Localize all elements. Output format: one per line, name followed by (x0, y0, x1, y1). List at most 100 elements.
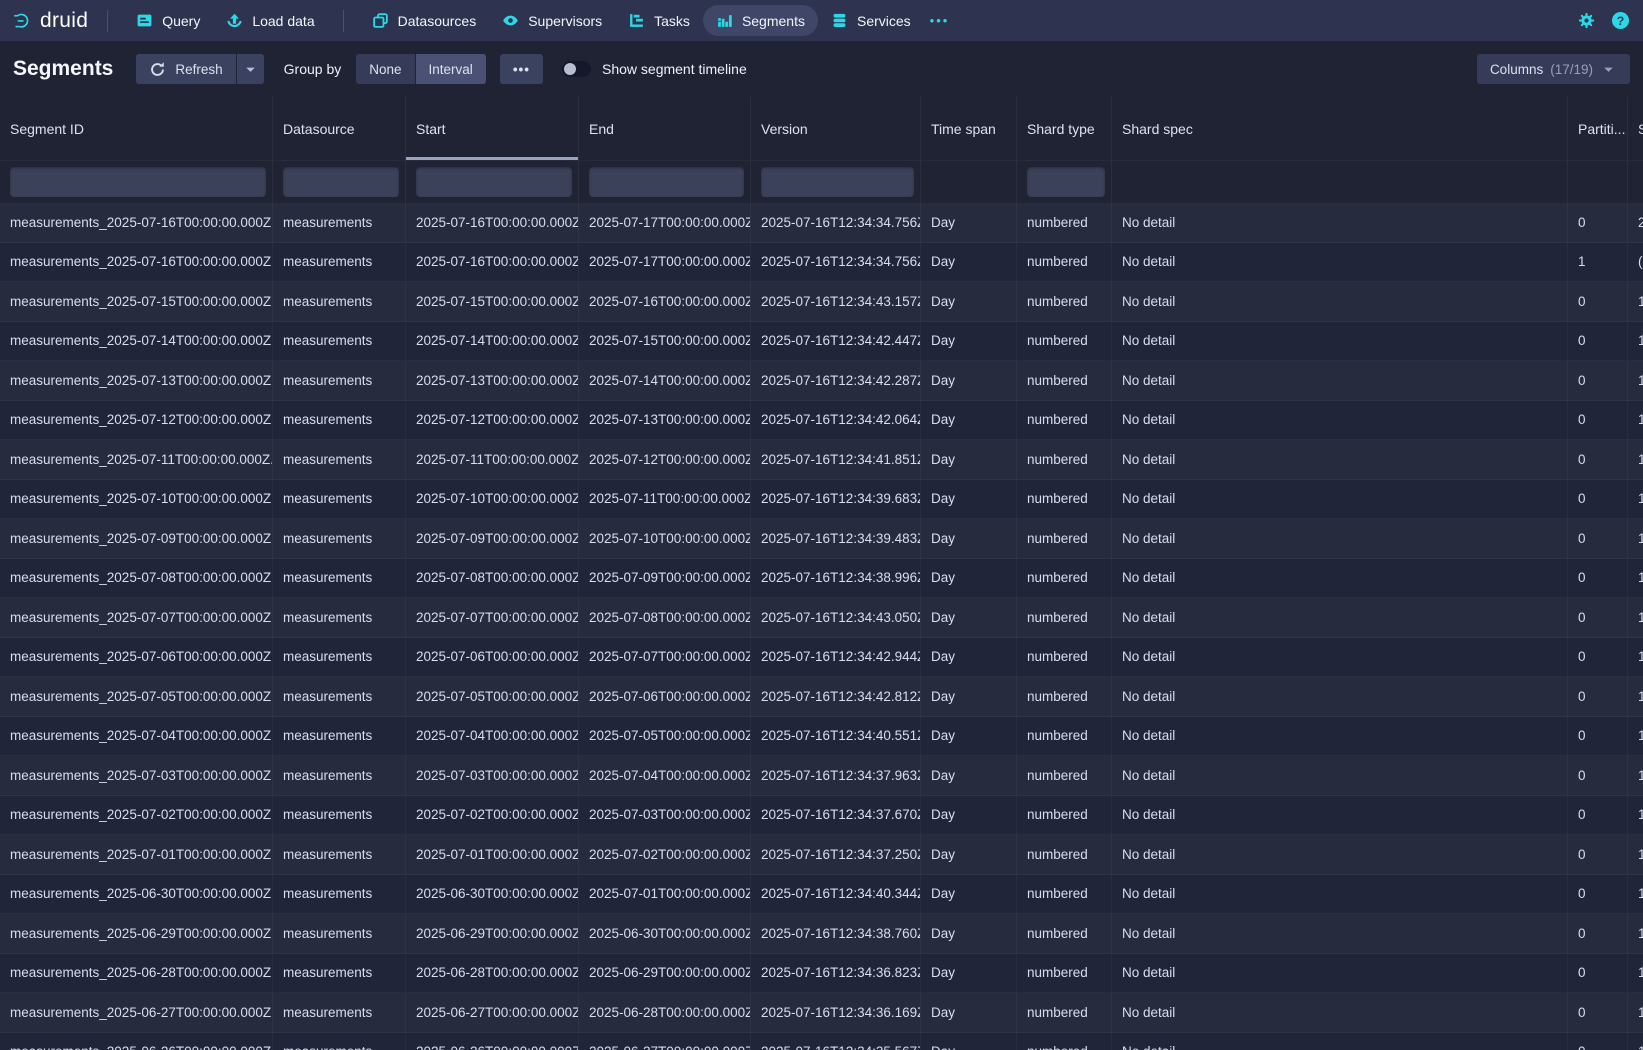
table-row[interactable]: measurements_2025-06-26T00:00:00.000Z...… (0, 1033, 1643, 1050)
filter-input-datasource[interactable] (283, 167, 399, 197)
refresh-dropdown-button[interactable] (237, 54, 264, 84)
cell-end: 2025-06-30T00:00:00.000Z (579, 914, 751, 953)
nav-item-services[interactable]: Services (818, 5, 924, 36)
nav-overflow-menu[interactable]: ••• (924, 13, 956, 28)
nav-item-label: Segments (742, 13, 805, 29)
cell-segment-id: measurements_2025-07-16T00:00:00.000Z... (0, 243, 273, 282)
gear-icon[interactable] (1578, 12, 1595, 29)
filter-input-end[interactable] (589, 167, 744, 197)
table-row[interactable]: measurements_2025-07-16T00:00:00.000Z...… (0, 203, 1643, 243)
nav-item-query[interactable]: Query (123, 5, 213, 36)
table-row[interactable]: measurements_2025-06-27T00:00:00.000Z...… (0, 993, 1643, 1033)
cell-shard-type: numbered (1017, 756, 1112, 795)
cell-end: 2025-06-28T00:00:00.000Z (579, 993, 751, 1032)
top-nav-bar: druid QueryLoad data DatasourcesSuperviso… (0, 0, 1643, 41)
nav-item-label: Tasks (654, 13, 690, 29)
cell-segment-id: measurements_2025-06-26T00:00:00.000Z... (0, 1033, 273, 1050)
cell-time-span: Day (921, 598, 1017, 637)
refresh-button[interactable]: Refresh (136, 54, 235, 84)
cell-datasource: measurements (273, 954, 406, 993)
table-row[interactable]: measurements_2025-07-16T00:00:00.000Z...… (0, 243, 1643, 283)
table-row[interactable]: measurements_2025-07-11T00:00:00.000Z...… (0, 440, 1643, 480)
table-row[interactable]: measurements_2025-07-15T00:00:00.000Z...… (0, 282, 1643, 322)
cell-shard-spec: No detail (1112, 203, 1568, 242)
nav-item-label: Services (857, 13, 911, 29)
table-row[interactable]: measurements_2025-06-29T00:00:00.000Z...… (0, 914, 1643, 954)
cell-segment-id: measurements_2025-06-27T00:00:00.000Z... (0, 993, 273, 1032)
cell-version: 2025-07-16T12:34:42.944Z (751, 638, 921, 677)
cell-s: 1 (1628, 1033, 1643, 1050)
cell-shard-type: numbered (1017, 993, 1112, 1032)
column-header-version[interactable]: Version (751, 97, 921, 160)
cell-start: 2025-07-05T00:00:00.000Z (406, 677, 579, 716)
cell-datasource: measurements (273, 717, 406, 756)
table-row[interactable]: measurements_2025-07-09T00:00:00.000Z...… (0, 519, 1643, 559)
cell-shard-spec: No detail (1112, 993, 1568, 1032)
column-header-partiti[interactable]: Partiti... (1568, 97, 1628, 160)
cell-s: 1 (1628, 914, 1643, 953)
table-row[interactable]: measurements_2025-07-05T00:00:00.000Z...… (0, 677, 1643, 717)
nav-item-datasources[interactable]: Datasources (359, 5, 490, 36)
more-options-button[interactable]: ••• (500, 54, 543, 84)
cell-shard-spec: No detail (1112, 598, 1568, 637)
cell-shard-type: numbered (1017, 796, 1112, 835)
cell-partiti: 0 (1568, 361, 1628, 400)
cell-datasource: measurements (273, 322, 406, 361)
column-header-label: Segment ID (10, 121, 84, 137)
table-row[interactable]: measurements_2025-07-04T00:00:00.000Z...… (0, 717, 1643, 757)
column-header-start[interactable]: Start (406, 97, 579, 160)
table-row[interactable]: measurements_2025-07-07T00:00:00.000Z...… (0, 598, 1643, 638)
table-row[interactable]: measurements_2025-07-02T00:00:00.000Z...… (0, 796, 1643, 836)
group-by-option-none[interactable]: None (356, 54, 414, 84)
nav-item-supervisors[interactable]: Supervisors (489, 5, 615, 36)
columns-button[interactable]: Columns (17/19) (1477, 54, 1630, 84)
cell-shard-spec: No detail (1112, 875, 1568, 914)
column-header-datasource[interactable]: Datasource (273, 97, 406, 160)
filter-input-version[interactable] (761, 167, 914, 197)
cell-shard-type: numbered (1017, 282, 1112, 321)
table-row[interactable]: measurements_2025-07-06T00:00:00.000Z...… (0, 638, 1643, 678)
column-header-time-span[interactable]: Time span (921, 97, 1017, 160)
table-row[interactable]: measurements_2025-06-30T00:00:00.000Z...… (0, 875, 1643, 915)
cell-partiti: 0 (1568, 796, 1628, 835)
table-row[interactable]: measurements_2025-07-12T00:00:00.000Z...… (0, 401, 1643, 441)
cell-shard-type: numbered (1017, 717, 1112, 756)
cell-end: 2025-07-14T00:00:00.000Z (579, 361, 751, 400)
cell-s: 1 (1628, 401, 1643, 440)
table-row[interactable]: measurements_2025-07-14T00:00:00.000Z...… (0, 322, 1643, 362)
table-row[interactable]: measurements_2025-07-10T00:00:00.000Z...… (0, 480, 1643, 520)
column-header-shard-spec[interactable]: Shard spec (1112, 97, 1568, 160)
filter-input-segment-id[interactable] (10, 167, 266, 197)
table-row[interactable]: measurements_2025-07-01T00:00:00.000Z...… (0, 835, 1643, 875)
cell-time-span: Day (921, 756, 1017, 795)
cell-shard-spec: No detail (1112, 243, 1568, 282)
column-header-label: End (589, 121, 614, 137)
nav-item-tasks[interactable]: Tasks (615, 5, 703, 36)
table-row[interactable]: measurements_2025-06-28T00:00:00.000Z...… (0, 954, 1643, 994)
table-row[interactable]: measurements_2025-07-08T00:00:00.000Z...… (0, 559, 1643, 599)
help-icon[interactable]: ? (1612, 12, 1629, 29)
table-row[interactable]: measurements_2025-07-03T00:00:00.000Z...… (0, 756, 1643, 796)
column-header-s[interactable]: S (1628, 97, 1643, 160)
cell-version: 2025-07-16T12:34:37.250Z (751, 835, 921, 874)
column-header-end[interactable]: End (579, 97, 751, 160)
nav-divider (107, 10, 108, 32)
nav-item-load-data[interactable]: Load data (213, 5, 327, 36)
cell-end: 2025-07-13T00:00:00.000Z (579, 401, 751, 440)
column-header-segment-id[interactable]: Segment ID (0, 97, 273, 160)
table-row[interactable]: measurements_2025-07-13T00:00:00.000Z...… (0, 361, 1643, 401)
cell-time-span: Day (921, 401, 1017, 440)
column-header-shard-type[interactable]: Shard type (1017, 97, 1112, 160)
nav-item-segments[interactable]: Segments (703, 5, 818, 36)
cell-start: 2025-07-03T00:00:00.000Z (406, 756, 579, 795)
cell-start: 2025-07-13T00:00:00.000Z (406, 361, 579, 400)
cell-datasource: measurements (273, 203, 406, 242)
group-by-option-interval[interactable]: Interval (416, 54, 486, 84)
cell-shard-spec: No detail (1112, 835, 1568, 874)
segment-timeline-toggle[interactable] (562, 61, 591, 77)
filter-cell-end (579, 161, 751, 203)
druid-logo[interactable]: druid (14, 9, 88, 33)
nav-right-actions: ? (1578, 12, 1629, 29)
filter-input-start[interactable] (416, 167, 572, 197)
filter-input-shard-type[interactable] (1027, 167, 1105, 197)
